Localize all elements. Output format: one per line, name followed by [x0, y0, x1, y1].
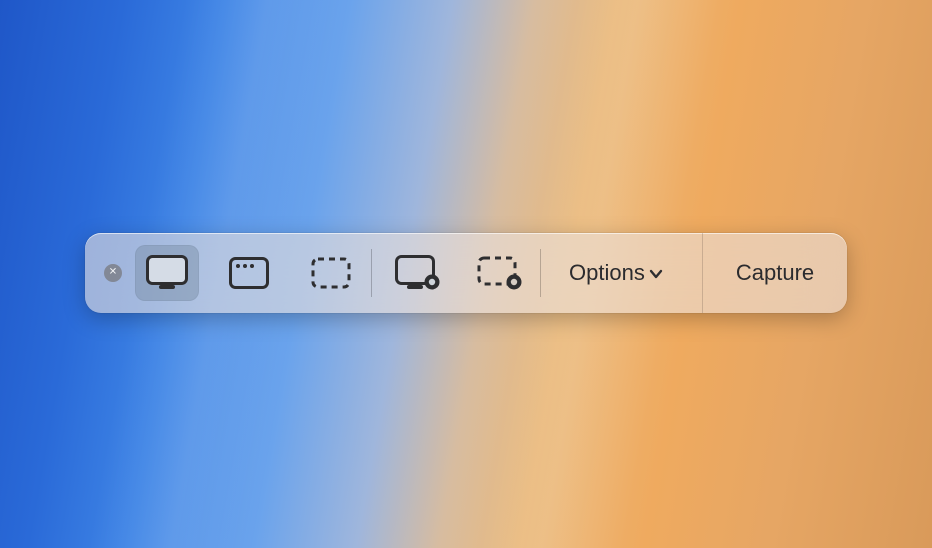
close-button[interactable] [97, 257, 129, 289]
record-entire-screen-button[interactable] [386, 245, 450, 301]
desktop-background: Options Capture [0, 0, 932, 548]
selection-record-icon [477, 256, 523, 290]
separator [540, 249, 541, 297]
capture-selected-window-button[interactable] [217, 245, 281, 301]
capture-button[interactable]: Capture [702, 233, 847, 313]
close-icon [104, 264, 122, 282]
screen-record-icon [395, 255, 441, 291]
chevron-down-icon [649, 269, 663, 279]
record-selected-portion-button[interactable] [468, 245, 532, 301]
capture-label: Capture [736, 260, 814, 286]
screenshot-toolbar: Options Capture [85, 233, 847, 313]
capture-entire-screen-button[interactable] [135, 245, 199, 301]
options-label: Options [569, 260, 645, 286]
window-icon [229, 257, 269, 289]
mode-group-record [386, 245, 532, 301]
separator [371, 249, 372, 297]
mode-group-screenshot [135, 245, 363, 301]
capture-selected-portion-button[interactable] [299, 245, 363, 301]
selection-icon [311, 257, 351, 289]
screen-icon [146, 255, 188, 291]
options-dropdown[interactable]: Options [549, 233, 677, 313]
